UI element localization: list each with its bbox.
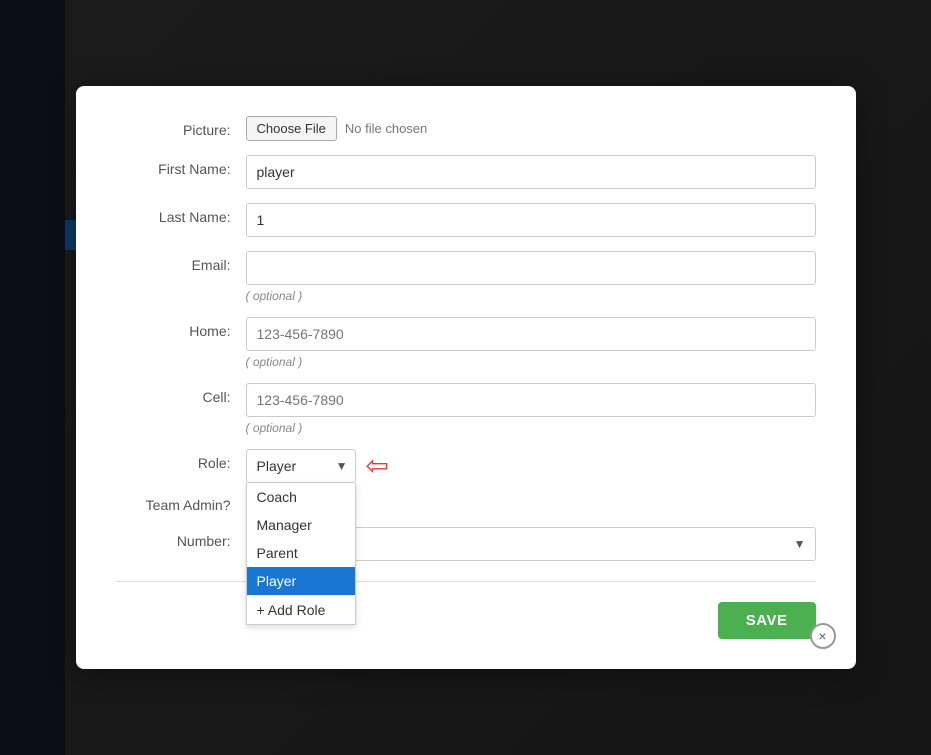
number-row: Number: ▼ <box>116 527 816 561</box>
dropdown-item-player[interactable]: Player <box>247 567 355 595</box>
email-row: Email: ( optional ) <box>116 251 816 303</box>
email-input[interactable] <box>246 251 816 285</box>
last-name-control <box>246 203 816 237</box>
cell-optional: ( optional ) <box>246 421 816 435</box>
number-label: Number: <box>116 527 246 549</box>
first-name-row: First Name: <box>116 155 816 189</box>
first-name-control <box>246 155 816 189</box>
picture-control: Choose File No file chosen <box>246 116 816 141</box>
choose-file-button[interactable]: Choose File <box>246 116 337 141</box>
last-name-row: Last Name: <box>116 203 816 237</box>
cell-input[interactable] <box>246 383 816 417</box>
role-label: Role: <box>116 449 246 471</box>
save-button[interactable]: SAVE <box>718 602 816 639</box>
home-optional: ( optional ) <box>246 355 816 369</box>
dropdown-item-add-role[interactable]: + Add Role <box>247 595 355 624</box>
last-name-input[interactable] <box>246 203 816 237</box>
first-name-input[interactable] <box>246 155 816 189</box>
email-label: Email: <box>116 251 246 273</box>
home-input[interactable] <box>246 317 816 351</box>
home-label: Home: <box>116 317 246 339</box>
picture-row: Picture: Choose File No file chosen <box>116 116 816 141</box>
home-control: ( optional ) <box>246 317 816 369</box>
save-button-row: SAVE <box>116 602 816 639</box>
close-icon: × <box>818 629 826 643</box>
team-admin-label: Team Admin? <box>116 491 246 513</box>
file-input-wrapper: Choose File No file chosen <box>246 116 816 141</box>
red-arrow-indicator: ⇦ <box>366 452 389 480</box>
role-select-wrapper: Player ▼ Coach Manager Parent Player + A… <box>246 449 356 483</box>
modal-overlay: Picture: Choose File No file chosen Firs… <box>0 0 931 755</box>
role-control: Player ▼ Coach Manager Parent Player + A… <box>246 449 816 483</box>
form-divider <box>116 581 816 582</box>
home-row: Home: ( optional ) <box>116 317 816 369</box>
first-name-label: First Name: <box>116 155 246 177</box>
cell-control: ( optional ) <box>246 383 816 435</box>
picture-label: Picture: <box>116 116 246 138</box>
role-row: Role: Player ▼ Coach Manager Parent Pla <box>116 449 816 483</box>
dropdown-item-coach[interactable]: Coach <box>247 483 355 511</box>
modal-close-button[interactable]: × <box>810 623 836 649</box>
last-name-label: Last Name: <box>116 203 246 225</box>
dropdown-item-manager[interactable]: Manager <box>247 511 355 539</box>
email-control: ( optional ) <box>246 251 816 303</box>
team-admin-row: Team Admin? <box>116 491 816 513</box>
cell-label: Cell: <box>116 383 246 405</box>
role-select[interactable]: Player <box>246 449 356 483</box>
role-dropdown-list: Coach Manager Parent Player + Add Role <box>246 483 356 625</box>
modal-dialog: Picture: Choose File No file chosen Firs… <box>76 86 856 669</box>
cell-row: Cell: ( optional ) <box>116 383 816 435</box>
dropdown-item-parent[interactable]: Parent <box>247 539 355 567</box>
no-file-text: No file chosen <box>345 121 427 136</box>
email-optional: ( optional ) <box>246 289 816 303</box>
